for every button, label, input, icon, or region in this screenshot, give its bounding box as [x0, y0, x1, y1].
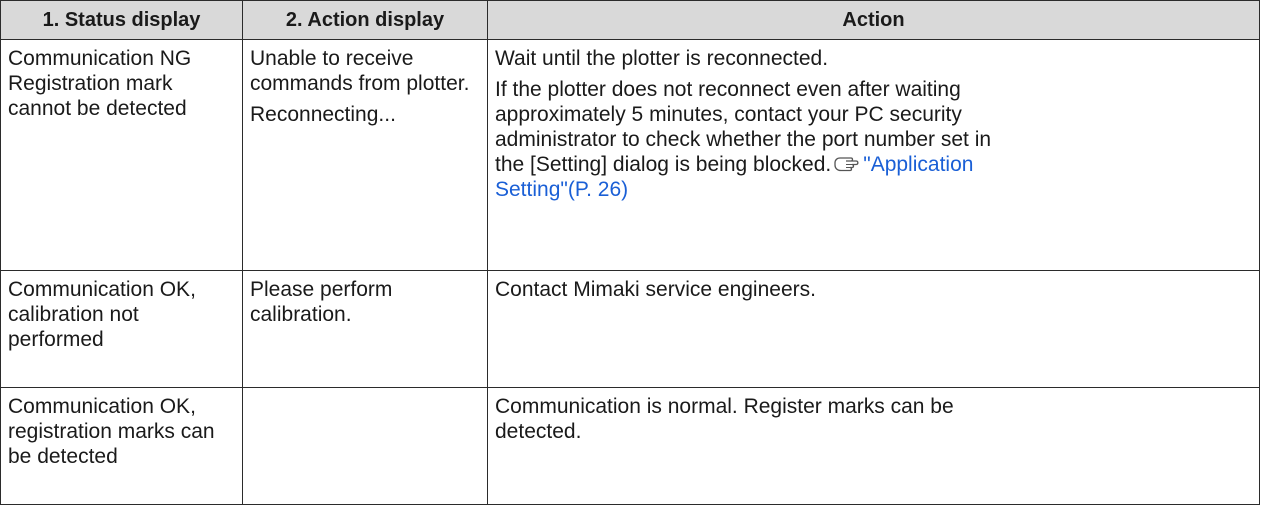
action-paragraph: Wait until the plotter is reconnected.	[495, 47, 829, 70]
application-setting-link[interactable]: "Application	[863, 153, 973, 176]
action-paragraph: If the plotter does not reconnect even a…	[495, 77, 1252, 202]
table-row: Communication OK, registration marks can…	[0, 387, 1260, 505]
action-cell: Wait until the plotter is reconnected. I…	[487, 39, 1260, 271]
status-cell: Communication NG Registration mark canno…	[0, 39, 243, 271]
application-setting-link-page[interactable]: Setting"(P. 26)	[495, 178, 628, 201]
action-display-line: commands from plotter.	[250, 72, 470, 95]
action-line: If the plotter does not reconnect even a…	[495, 78, 961, 101]
action-display-line: Unable to receive	[250, 47, 414, 70]
header-status-display: 1. Status display	[0, 0, 243, 40]
action-display-cell: Unable to receive commands from plotter.…	[242, 39, 488, 271]
table-row: Communication NG Registration mark canno…	[0, 39, 1260, 271]
status-action-table: 1. Status display 2. Action display Acti…	[0, 0, 1260, 505]
action-cell: Communication is normal. Register marks …	[487, 387, 1260, 505]
pointing-hand-reference-icon	[833, 154, 861, 174]
action-cell: Contact Mimaki service engineers.	[487, 270, 1260, 388]
table-row: Communication OK, calibration not perfor…	[0, 270, 1260, 388]
status-cell: Communication OK, registration marks can…	[0, 387, 243, 505]
status-line: registration marks can	[8, 420, 215, 443]
status-line: performed	[8, 328, 104, 351]
action-line: the [Setting] dialog is being blocked. "A…	[495, 152, 1252, 177]
status-line: cannot be detected	[8, 97, 187, 120]
status-line: Registration mark	[8, 72, 173, 95]
status-line: Communication OK,	[8, 278, 196, 301]
action-display-paragraph: Unable to receive commands from plotter.	[250, 46, 480, 96]
action-display-cell	[242, 387, 488, 505]
action-display-line: Please perform	[250, 278, 393, 301]
action-line: detected.	[495, 420, 582, 443]
action-display-line: Reconnecting...	[250, 103, 396, 126]
table-header-row: 1. Status display 2. Action display Acti…	[0, 0, 1260, 40]
action-line: Contact Mimaki service engineers.	[495, 278, 816, 301]
action-display-line: calibration.	[250, 303, 352, 326]
header-action: Action	[487, 0, 1260, 40]
action-text: the [Setting] dialog is being blocked.	[495, 153, 832, 176]
status-line: calibration not	[8, 303, 139, 326]
action-line: approximately 5 minutes, contact your PC…	[495, 103, 962, 126]
status-line: Communication NG	[8, 47, 192, 70]
action-line: Setting"(P. 26)	[495, 177, 1252, 202]
action-line: administrator to check whether the port …	[495, 128, 992, 151]
action-display-cell: Please perform calibration.	[242, 270, 488, 388]
status-cell: Communication OK, calibration not perfor…	[0, 270, 243, 388]
header-action-display: 2. Action display	[242, 0, 488, 40]
status-line: Communication OK,	[8, 395, 196, 418]
action-line: Communication is normal. Register marks …	[495, 395, 954, 418]
status-line: be detected	[8, 445, 118, 468]
action-display-paragraph: Reconnecting...	[250, 102, 480, 127]
